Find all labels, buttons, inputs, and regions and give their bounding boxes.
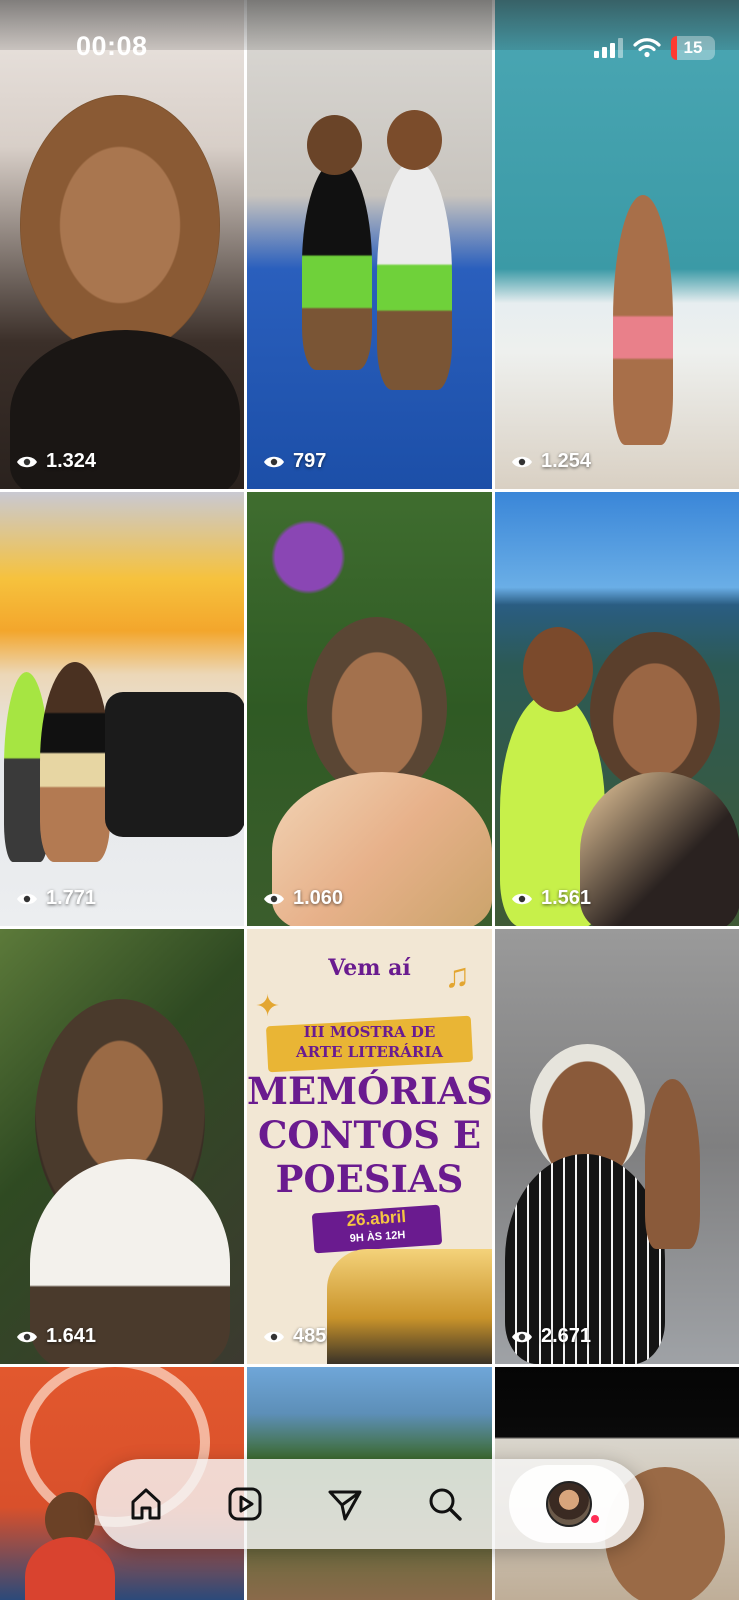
- person-head: [307, 115, 362, 175]
- post-tile[interactable]: 1.060: [247, 492, 492, 926]
- eye-icon: [264, 1331, 284, 1342]
- home-button[interactable]: [111, 1469, 181, 1539]
- person-body: [377, 160, 452, 390]
- profile-avatar: [546, 1481, 593, 1527]
- reels-icon: [228, 1487, 262, 1521]
- view-count: 1.254: [511, 450, 591, 473]
- post-tile[interactable]: 1.561: [495, 492, 739, 926]
- view-count: 1.060: [263, 887, 343, 910]
- post-tile[interactable]: 1.324: [0, 0, 244, 489]
- view-count: 485: [263, 1325, 326, 1348]
- person-body: [580, 772, 739, 926]
- status-time: 00:08: [76, 31, 148, 61]
- eye-icon: [512, 893, 532, 904]
- eye-icon: [17, 893, 37, 904]
- post-tile[interactable]: 1.771: [0, 492, 244, 926]
- post-tile[interactable]: 797: [247, 0, 492, 489]
- search-button[interactable]: [410, 1469, 480, 1539]
- view-count: 1.641: [16, 1325, 96, 1348]
- poster-date-badge: 26.abril 9H ÀS 12H: [311, 1204, 443, 1254]
- person-head: [387, 110, 442, 170]
- person-arm: [645, 1079, 700, 1249]
- poster-subtitle-1: III MOSTRA DE: [303, 1023, 436, 1041]
- person-head: [307, 617, 447, 797]
- reels-button[interactable]: [210, 1469, 280, 1539]
- notification-dot: [591, 1515, 600, 1523]
- eye-icon: [512, 456, 532, 467]
- poster-subtitle-2: ARTE LITERÁRIA: [295, 1043, 444, 1061]
- direct-button[interactable]: [310, 1469, 380, 1539]
- view-count: 1.771: [16, 887, 96, 910]
- person-body: [613, 195, 673, 445]
- poster-title-2: CONTOS E: [257, 1113, 482, 1157]
- post-tile[interactable]: 1.254: [495, 0, 739, 489]
- person-head: [590, 632, 720, 792]
- music-note-icon: ♫: [444, 957, 471, 995]
- view-count: 797: [263, 450, 326, 473]
- bottom-nav: [96, 1459, 644, 1549]
- eye-icon: [17, 1331, 37, 1342]
- posts-grid: 1.324 797 1.254 1.771 1.060 1.561 1.641 …: [0, 0, 739, 1600]
- poster-title-3: POESIAS: [275, 1157, 464, 1201]
- person-body: [40, 662, 110, 862]
- view-count: 1.561: [511, 887, 591, 910]
- poster-title-1: MEMÓRIAS,: [247, 1069, 492, 1113]
- person-head: [523, 627, 593, 712]
- status-bar: 00:08 15: [0, 0, 739, 61]
- post-tile[interactable]: Vem aí ♫ ✦ III MOSTRA DE ARTE LITERÁRIA …: [247, 929, 492, 1364]
- poster-illustration: [327, 1249, 492, 1364]
- sparkle-icon: ✦: [255, 990, 281, 1023]
- battery-icon: 15: [671, 36, 715, 60]
- view-count: 1.324: [16, 450, 96, 473]
- profile-button[interactable]: [509, 1465, 630, 1543]
- post-tile[interactable]: 1.641: [0, 929, 244, 1364]
- post-tile[interactable]: 2.671: [495, 929, 739, 1364]
- eye-icon: [17, 456, 37, 467]
- eye-icon: [512, 1331, 532, 1342]
- battery-level: 15: [683, 38, 703, 57]
- wifi-icon: [633, 38, 661, 58]
- person-body: [302, 160, 372, 370]
- direct-icon: [328, 1490, 362, 1521]
- vehicle: [105, 692, 244, 837]
- signal-icon: [594, 38, 623, 58]
- eye-icon: [264, 893, 284, 904]
- view-count: 2.671: [511, 1325, 591, 1348]
- eye-icon: [264, 456, 284, 467]
- person-head: [20, 95, 220, 355]
- home-icon: [131, 1488, 161, 1520]
- status-icons: 15: [594, 36, 715, 60]
- search-icon: [429, 1488, 462, 1521]
